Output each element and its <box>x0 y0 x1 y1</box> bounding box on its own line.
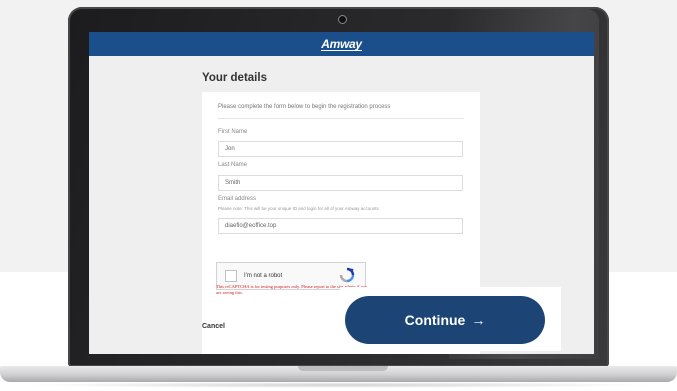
email-hint: Please note: This will be your unique ID… <box>218 206 379 211</box>
recaptcha-logo-icon <box>339 267 355 283</box>
divider <box>218 118 464 119</box>
first-name-label: First Name <box>218 129 248 135</box>
continue-label: Continue <box>404 312 466 328</box>
recaptcha-label: I'm not a robot <box>244 273 283 279</box>
arrow-right-icon: → <box>471 312 486 328</box>
cancel-button[interactable]: Cancel <box>202 323 225 330</box>
last-name-label: Last Name <box>218 162 248 168</box>
continue-button[interactable]: Continue → <box>345 296 545 344</box>
email-field[interactable]: diaeflo@eoffice.top <box>218 218 463 234</box>
site-header: Amway <box>89 32 594 56</box>
form-intro: Please complete the form below to begin … <box>218 104 391 110</box>
email-label: Email address <box>218 196 257 202</box>
last-name-field[interactable]: Smith <box>218 175 463 191</box>
page-title: Your details <box>202 72 267 84</box>
laptop-shadow <box>20 382 657 388</box>
camera-icon <box>338 15 347 24</box>
laptop-notch <box>298 366 388 371</box>
first-name-field[interactable]: Jon <box>218 141 463 157</box>
recaptcha-checkbox[interactable] <box>225 270 237 282</box>
amway-logo[interactable]: Amway <box>321 38 362 51</box>
